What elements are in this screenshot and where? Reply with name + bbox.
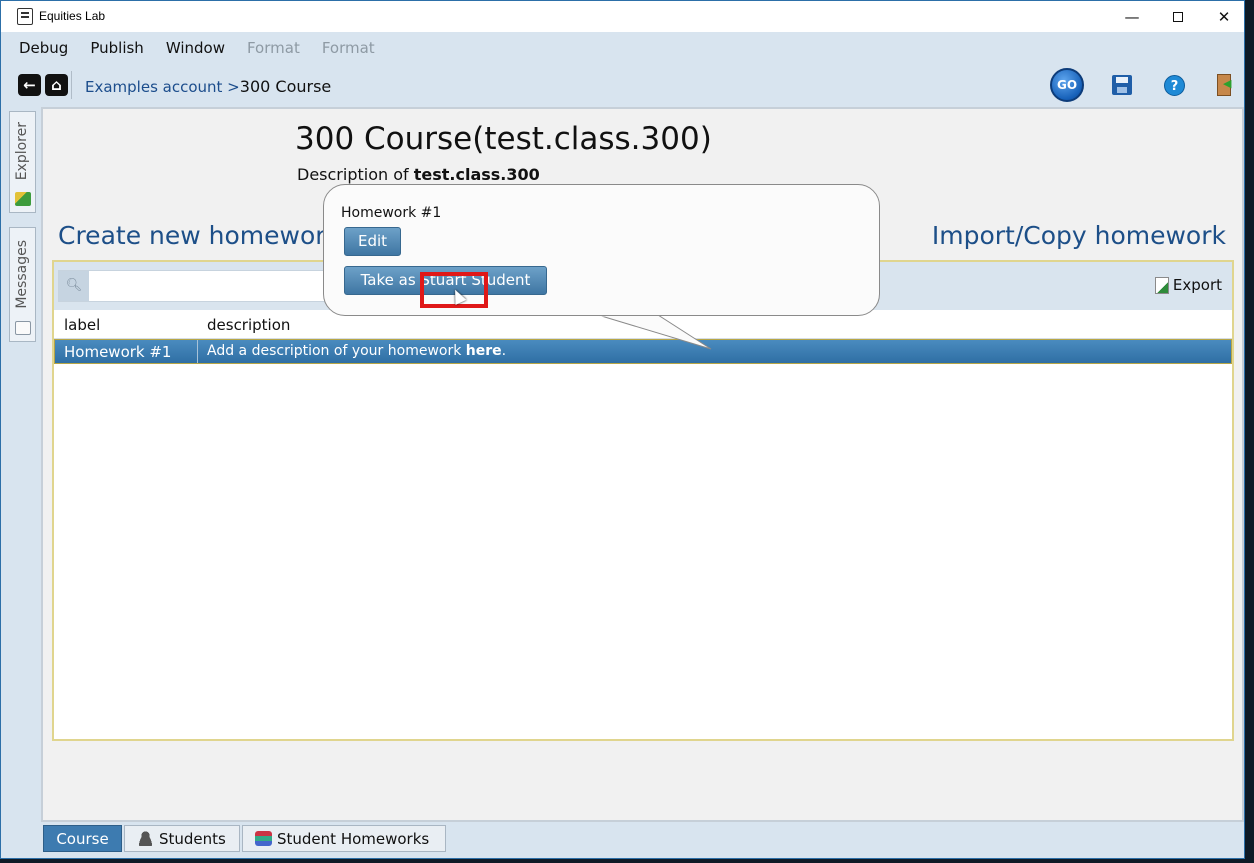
- edit-button[interactable]: Edit: [344, 227, 401, 256]
- breadcrumb-examples-account[interactable]: Examples account >: [85, 78, 240, 96]
- side-tab-messages[interactable]: Messages: [9, 227, 36, 342]
- maximize-icon: [1173, 11, 1183, 22]
- tab-student-homeworks-label: Student Homeworks: [277, 829, 430, 848]
- row-description-link[interactable]: here: [466, 343, 502, 359]
- row-description-end: .: [501, 343, 507, 359]
- page-title: 300 Course(test.class.300): [295, 121, 712, 157]
- excel-icon: [1154, 276, 1169, 294]
- column-header-description[interactable]: description: [207, 316, 290, 334]
- title-bar: Equities Lab — ✕: [1, 1, 1244, 32]
- explorer-label: Explorer: [14, 122, 30, 181]
- export-button[interactable]: Export: [1154, 276, 1222, 294]
- home-button[interactable]: ⌂: [45, 74, 68, 96]
- menu-debug[interactable]: Debug: [19, 39, 68, 57]
- create-homework-link[interactable]: Create new homework: [58, 221, 340, 250]
- search-box: 🔍︎: [58, 270, 348, 302]
- import-homework-link[interactable]: Import/Copy homework: [932, 221, 1226, 250]
- app-window: Equities Lab — ✕ Debug Publish Window Fo…: [0, 0, 1245, 859]
- help-icon[interactable]: ?: [1164, 75, 1185, 96]
- window-title: Equities Lab: [39, 9, 106, 23]
- description-value: test.class.300: [413, 165, 540, 184]
- tab-students[interactable]: Students: [124, 825, 240, 852]
- search-input[interactable]: [91, 273, 341, 299]
- side-tab-explorer[interactable]: Explorer: [9, 111, 36, 213]
- popup-tail: [598, 313, 712, 350]
- tab-students-label: Students: [159, 829, 226, 848]
- export-label: Export: [1172, 276, 1222, 294]
- toolbar-separator: [71, 71, 72, 99]
- column-divider: [197, 340, 198, 363]
- course-description: Description of test.class.300: [297, 165, 540, 184]
- row-description-text: Add a description of your homework: [207, 343, 462, 359]
- maximize-button[interactable]: [1155, 1, 1201, 32]
- close-button[interactable]: ✕: [1201, 1, 1244, 32]
- go-button[interactable]: GO: [1050, 68, 1084, 102]
- tab-student-homeworks[interactable]: Student Homeworks: [242, 825, 446, 852]
- menu-format-2: Format: [321, 38, 375, 57]
- bottom-tab-bar: Course Students Student Homeworks: [1, 822, 1244, 858]
- back-arrow-icon: ←: [23, 76, 36, 94]
- save-icon[interactable]: [1112, 75, 1132, 95]
- tab-course[interactable]: Course: [43, 825, 122, 852]
- back-button[interactable]: ←: [18, 74, 41, 96]
- minimize-button[interactable]: —: [1109, 1, 1155, 32]
- breadcrumb-current: 300 Course: [239, 77, 332, 96]
- description-prefix: Description of: [297, 165, 409, 184]
- side-tab-bar: Explorer Messages: [1, 107, 41, 822]
- app-icon: [17, 8, 33, 25]
- breadcrumb: Examples account >300 Course: [85, 77, 331, 96]
- toolbar: ← ⌂ Examples account >300 Course GO ?: [1, 63, 1244, 107]
- explorer-icon: [15, 192, 31, 206]
- menu-publish[interactable]: Publish: [90, 39, 143, 57]
- menu-bar: Debug Publish Window Format Format: [1, 32, 1244, 63]
- column-header-label[interactable]: label: [64, 316, 100, 334]
- menu-format: Format: [246, 38, 300, 57]
- search-icon[interactable]: 🔍︎: [59, 271, 89, 301]
- messages-label: Messages: [14, 240, 30, 309]
- exit-door-icon[interactable]: [1217, 74, 1231, 96]
- homework-popup: Homework #1 Edit Take as Stuart Student: [323, 184, 880, 316]
- popup-title: Homework #1: [341, 205, 442, 221]
- tab-course-label: Course: [56, 829, 109, 848]
- home-icon: ⌂: [51, 76, 62, 94]
- envelope-icon: [15, 321, 31, 335]
- row-description: Add a description of your homework here.: [207, 343, 506, 359]
- books-icon: [255, 831, 272, 846]
- students-icon: [137, 831, 154, 846]
- row-label: Homework #1: [64, 343, 172, 361]
- menu-window[interactable]: Window: [166, 39, 225, 57]
